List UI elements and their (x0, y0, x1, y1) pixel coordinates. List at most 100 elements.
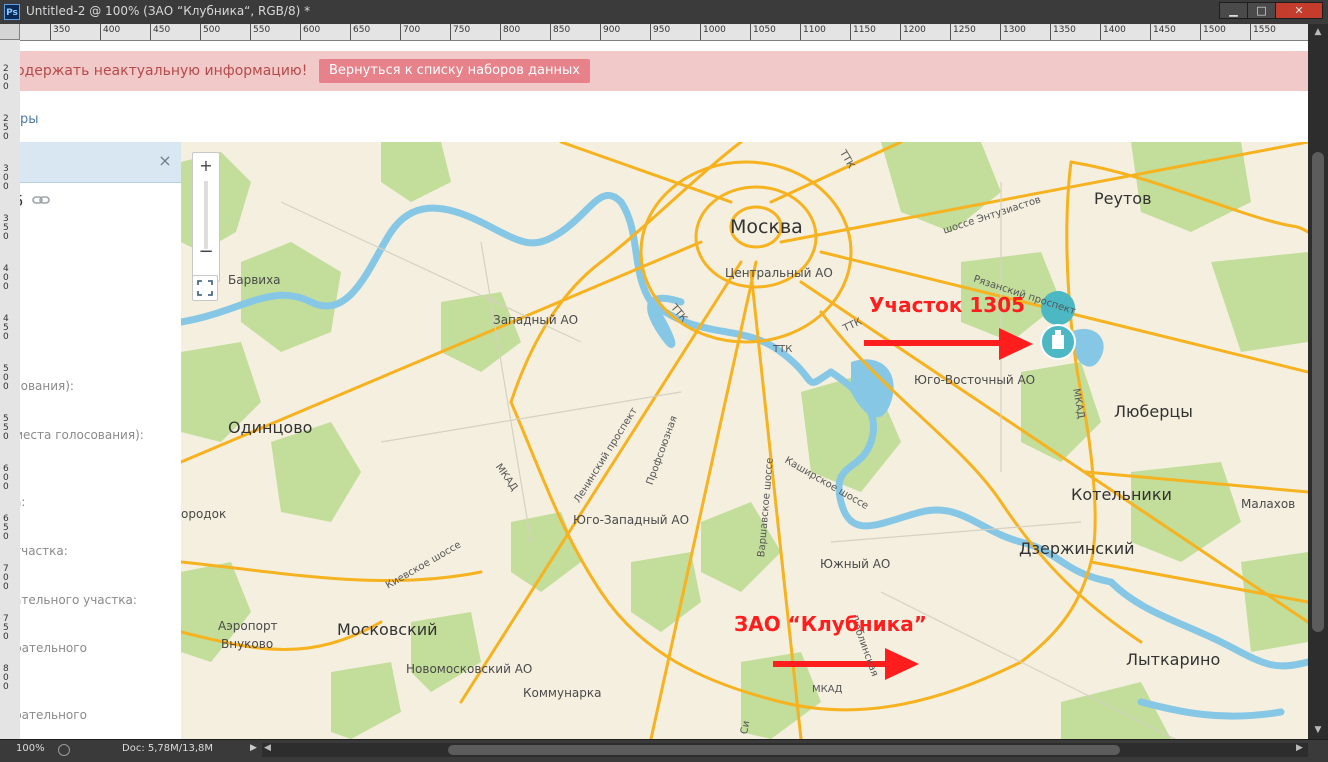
document-canvas[interactable]: одержать неактуальную информацию! Вернут… (20, 41, 1308, 739)
map-label-moskovsky: Московский (337, 620, 438, 639)
field-label: сования): (20, 379, 74, 393)
zoom-out-button[interactable]: − (193, 239, 219, 265)
ruler-tick-label: 1300 (1003, 25, 1026, 35)
scroll-down-icon[interactable]: ▼ (1312, 724, 1324, 736)
document-size: Doc: 5,78M/13,8M (122, 743, 214, 754)
ruler-tick-label: 1450 (1153, 25, 1176, 35)
ruler-tick (950, 24, 951, 40)
ruler-tick-label: 350 (53, 25, 71, 35)
ruler-tick (850, 24, 851, 40)
close-icon[interactable]: × (157, 151, 173, 171)
horizontal-scroll-thumb[interactable] (448, 745, 1120, 755)
warning-text: одержать неактуальную информацию! (20, 63, 308, 79)
field-label: рательного (20, 641, 87, 655)
zoom-level[interactable]: 100% (16, 743, 45, 754)
close-button[interactable]: ✕ (1275, 2, 1323, 19)
ruler-tick (1000, 24, 1001, 40)
map-label-fragment: Си (739, 719, 753, 736)
ruler-tick (1200, 24, 1201, 40)
field-label: а: (20, 495, 26, 509)
link-icon[interactable] (32, 194, 50, 206)
ruler-tick-label: 900 (603, 25, 621, 35)
ruler-tick-label: 300 (3, 164, 9, 192)
ruler-tick (800, 24, 801, 40)
scroll-right-icon[interactable]: ▶ (1296, 743, 1303, 753)
ruler-tick-label: 750 (3, 614, 9, 642)
panel-header: × (20, 142, 181, 183)
ruler-tick-label: 450 (153, 25, 171, 35)
ruler-tick-label: 650 (353, 25, 371, 35)
map-label-yugo-zapadny: Юго-Западный АО (573, 513, 690, 527)
ruler-tick (600, 24, 601, 40)
scroll-left-icon[interactable]: ◀ (264, 743, 271, 753)
ruler-tick-label: 650 (3, 514, 9, 542)
map-label-lytkarino: Лыткарино (1126, 650, 1221, 669)
vertical-ruler[interactable]: 200 250 300 350 400 450 500 550 600 650 700 750 800 (0, 40, 21, 739)
ruler-tick (700, 24, 701, 40)
maximize-button[interactable]: □ (1247, 2, 1276, 19)
ruler-tick-label: 550 (3, 414, 9, 442)
ruler-tick (150, 24, 151, 40)
ruler-tick-label: 250 (3, 114, 9, 142)
horizontal-ruler[interactable]: 350 400 450 500 550 600 650 700 750 800 850 900 950 1… (20, 24, 1308, 41)
field-label: места голосования): (20, 428, 144, 442)
ruler-tick (1100, 24, 1101, 40)
map-label-kotelniki: Котельники (1071, 485, 1172, 504)
ruler-tick-label: 1000 (703, 25, 726, 35)
field-label: участка: (20, 544, 68, 558)
ruler-tick-label: 600 (3, 464, 9, 492)
ruler-tick-label: 950 (653, 25, 671, 35)
minimize-button[interactable]: ▁ (1219, 2, 1248, 19)
ruler-tick-label: 600 (303, 25, 321, 35)
proof-setup-icon[interactable] (58, 744, 70, 756)
ruler-tick-label: 1150 (853, 25, 876, 35)
map-label-central: Центральный АО (725, 266, 833, 280)
field-label: ательного участка: (20, 593, 137, 607)
zoom-in-button[interactable]: + (193, 153, 219, 179)
map-label-barvikha: Барвиха (228, 273, 281, 287)
vertical-scroll-thumb[interactable] (1312, 152, 1324, 632)
map-label-malakhovka: Малахов (1241, 497, 1296, 511)
map-label-vnukovo: Внуково (221, 637, 274, 651)
ruler-tick (300, 24, 301, 40)
document-tab-title[interactable]: Untitled-2 @ 100% (ЗАО “Клубника“, RGB/8… (26, 4, 310, 18)
ruler-tick-label: 700 (403, 25, 421, 35)
ruler-tick (50, 24, 51, 40)
ruler-tick (1050, 24, 1051, 40)
window-titlebar: Ps Untitled-2 @ 100% (ЗАО “Клубника“, RG… (0, 0, 1328, 25)
ruler-tick-label: 1350 (1053, 25, 1076, 35)
zoom-control[interactable]: + − (192, 152, 220, 282)
ruler-origin[interactable] (0, 24, 20, 40)
ruler-tick (550, 24, 551, 40)
tab-link-fragment[interactable]: ры (20, 112, 39, 127)
object-number: 5 (20, 192, 24, 210)
map-label-reutov: Реутов (1094, 189, 1152, 208)
ruler-tick-label: 450 (3, 314, 9, 342)
map-label-yugo-vostochny: Юго-Восточный АО (914, 373, 1036, 387)
map-label-gorodok: ородок (181, 507, 227, 521)
map-label-moscow: Москва (730, 216, 803, 238)
ruler-tick-label: 350 (3, 214, 9, 242)
ruler-tick-label: 200 (3, 64, 9, 92)
ruler-tick (400, 24, 401, 40)
arrow-uchastok (864, 328, 1033, 360)
back-to-datasets-button[interactable]: Вернуться к списку наборов данных (319, 59, 590, 83)
annotation-zao: ЗАО “Клубника” (734, 612, 927, 636)
vertical-scrollbar[interactable]: ▲ ▼ (1308, 24, 1328, 739)
fullscreen-icon[interactable] (192, 275, 218, 301)
annotation-uchastok: Участок 1305 (869, 293, 1026, 317)
map-label-novomoskovsky: Новомосковский АО (406, 662, 533, 676)
ruler-tick-label: 750 (453, 25, 471, 35)
horizontal-scrollbar[interactable]: ◀ ▶ (262, 743, 1308, 757)
map-label-ttk: ТТК (773, 344, 793, 355)
status-menu-arrow-icon[interactable]: ▶ (250, 743, 257, 753)
warning-banner: одержать неактуальную информацию! Вернут… (20, 51, 1308, 91)
ruler-tick-label: 1500 (1203, 25, 1226, 35)
ruler-tick-label: 850 (553, 25, 571, 35)
map-label-lyubertsy: Люберцы (1114, 402, 1193, 421)
scroll-up-icon[interactable]: ▲ (1312, 26, 1324, 38)
ruler-tick-label: 500 (3, 364, 9, 392)
ruler-tick-label: 1550 (1253, 25, 1276, 35)
ruler-tick (100, 24, 101, 40)
map-view[interactable]: + − Москва Центральный АО Реутов Барвиха… (181, 142, 1308, 739)
